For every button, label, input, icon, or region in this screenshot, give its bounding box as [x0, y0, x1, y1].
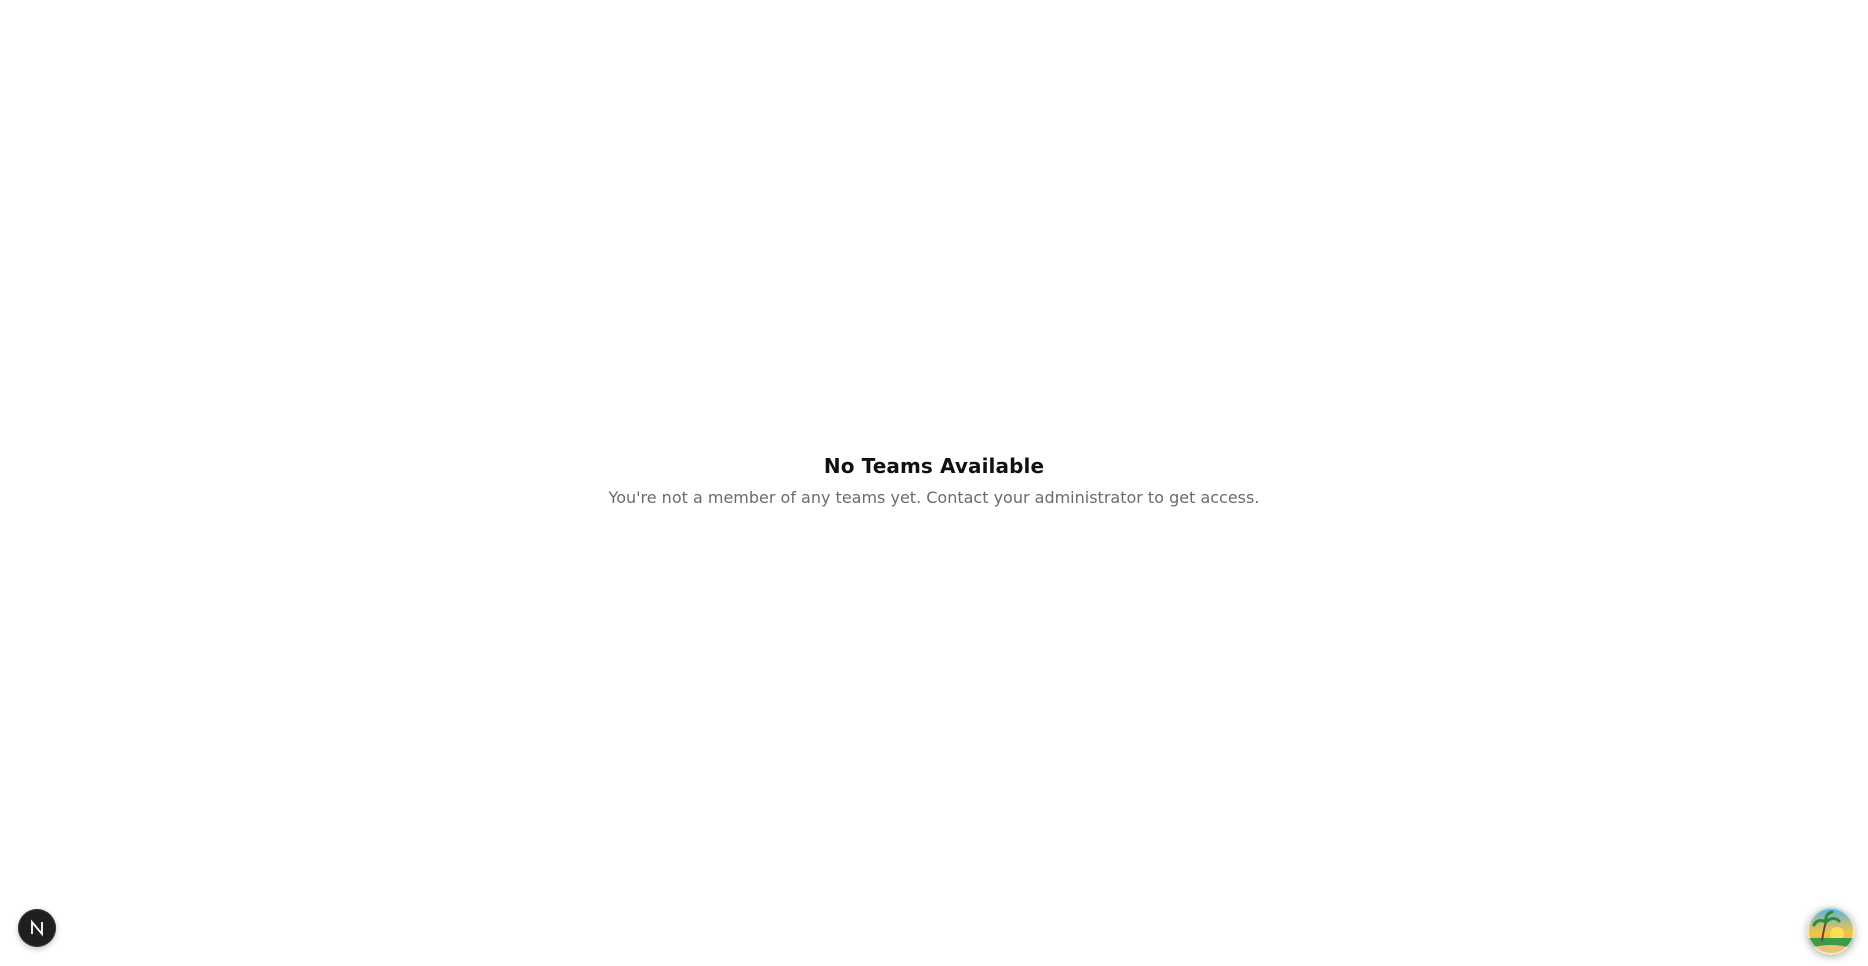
next-logo-icon — [31, 919, 43, 937]
nextjs-dev-tools-button[interactable] — [18, 909, 56, 947]
empty-state: No Teams Available You're not a member o… — [0, 452, 1868, 510]
empty-state-title: No Teams Available — [823, 454, 1045, 478]
helper-widget-button[interactable] — [1807, 907, 1855, 955]
page: No Teams Available You're not a member o… — [0, 0, 1868, 966]
beach-sunset-icon — [1807, 907, 1855, 955]
empty-state-message: You're not a member of any teams yet. Co… — [608, 488, 1260, 507]
